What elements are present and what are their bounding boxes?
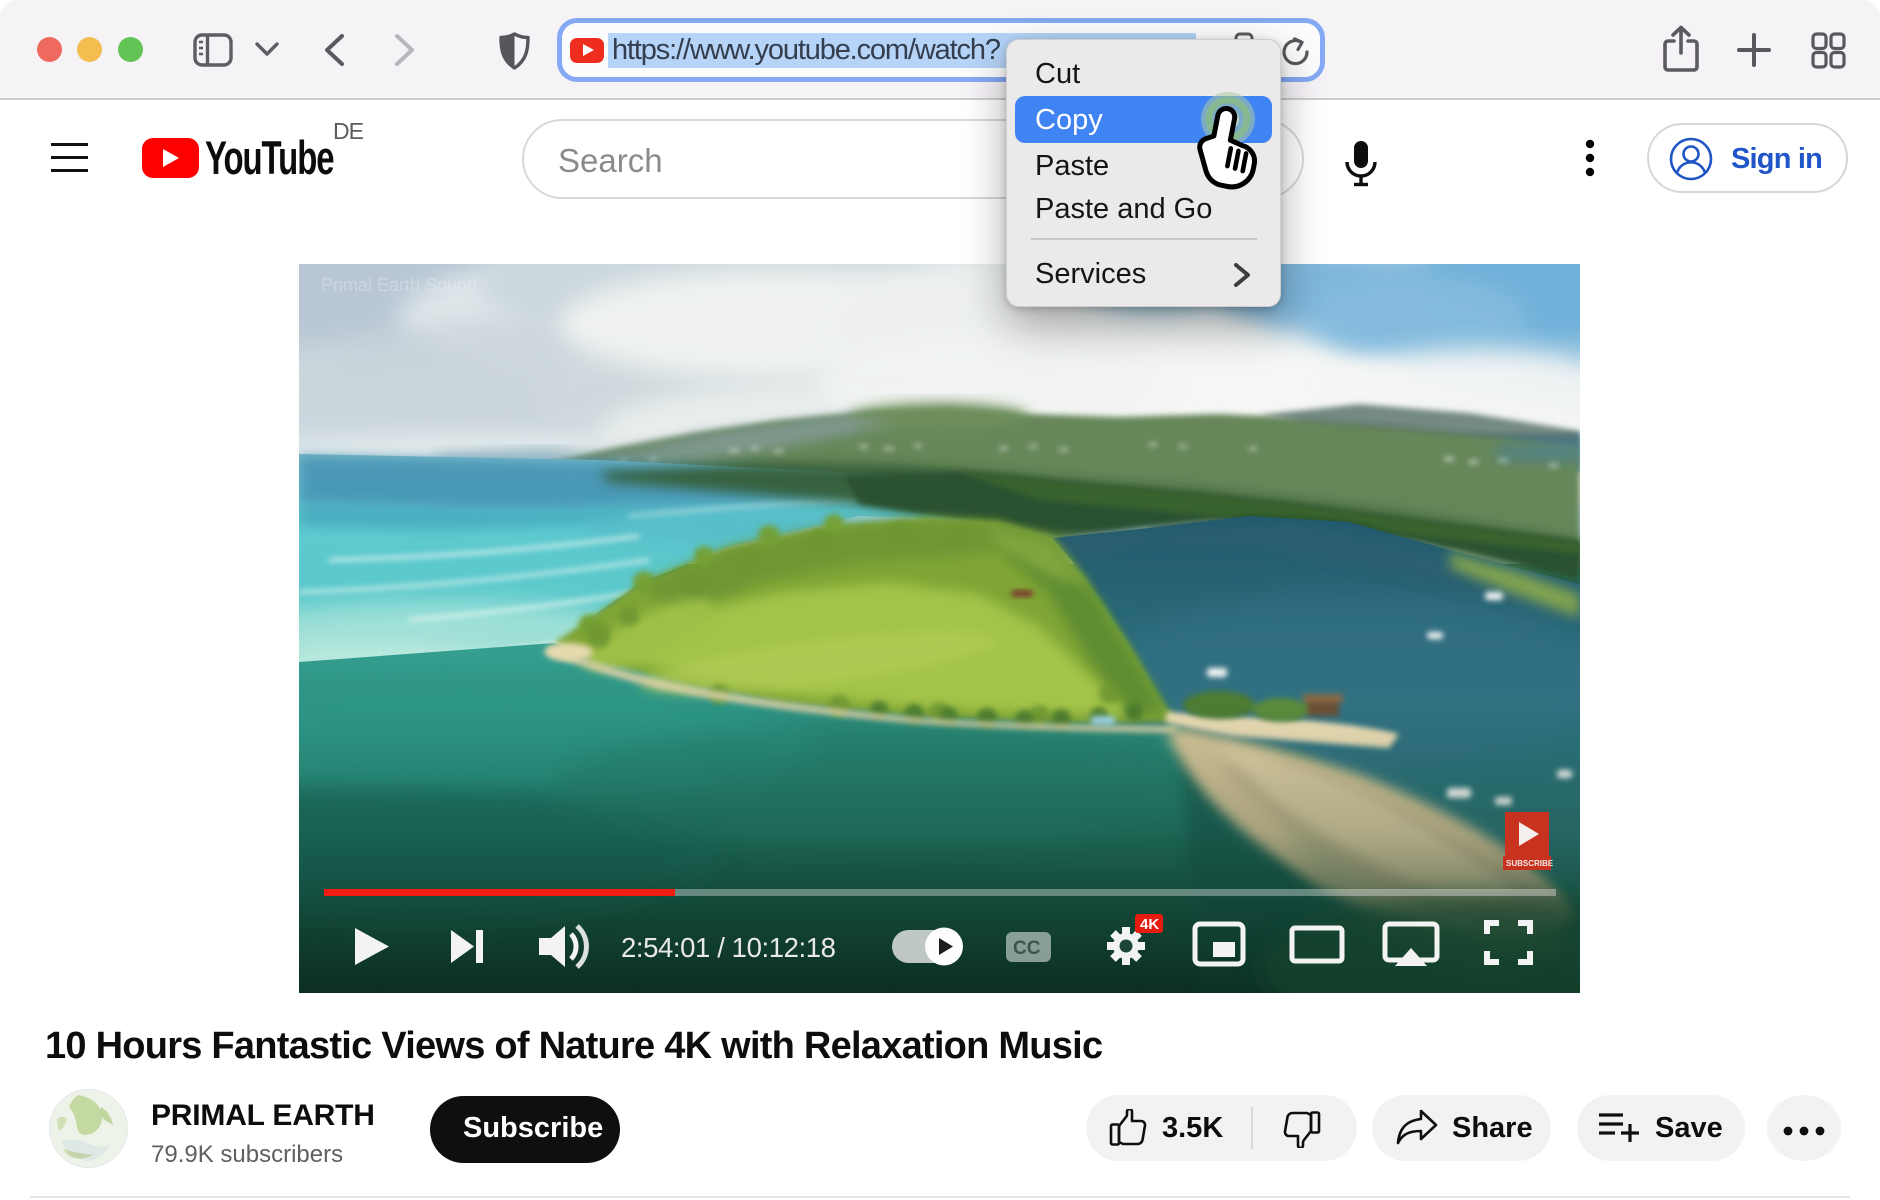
svg-text:Primal Earth Sound: Primal Earth Sound <box>321 275 477 295</box>
svg-text:2:54:01 / 10:12:18: 2:54:01 / 10:12:18 <box>621 932 836 963</box>
svg-text:SUBSCRIBE: SUBSCRIBE <box>1506 859 1554 868</box>
svg-text:4K: 4K <box>1140 916 1159 933</box>
svg-text:CC: CC <box>1013 938 1041 959</box>
